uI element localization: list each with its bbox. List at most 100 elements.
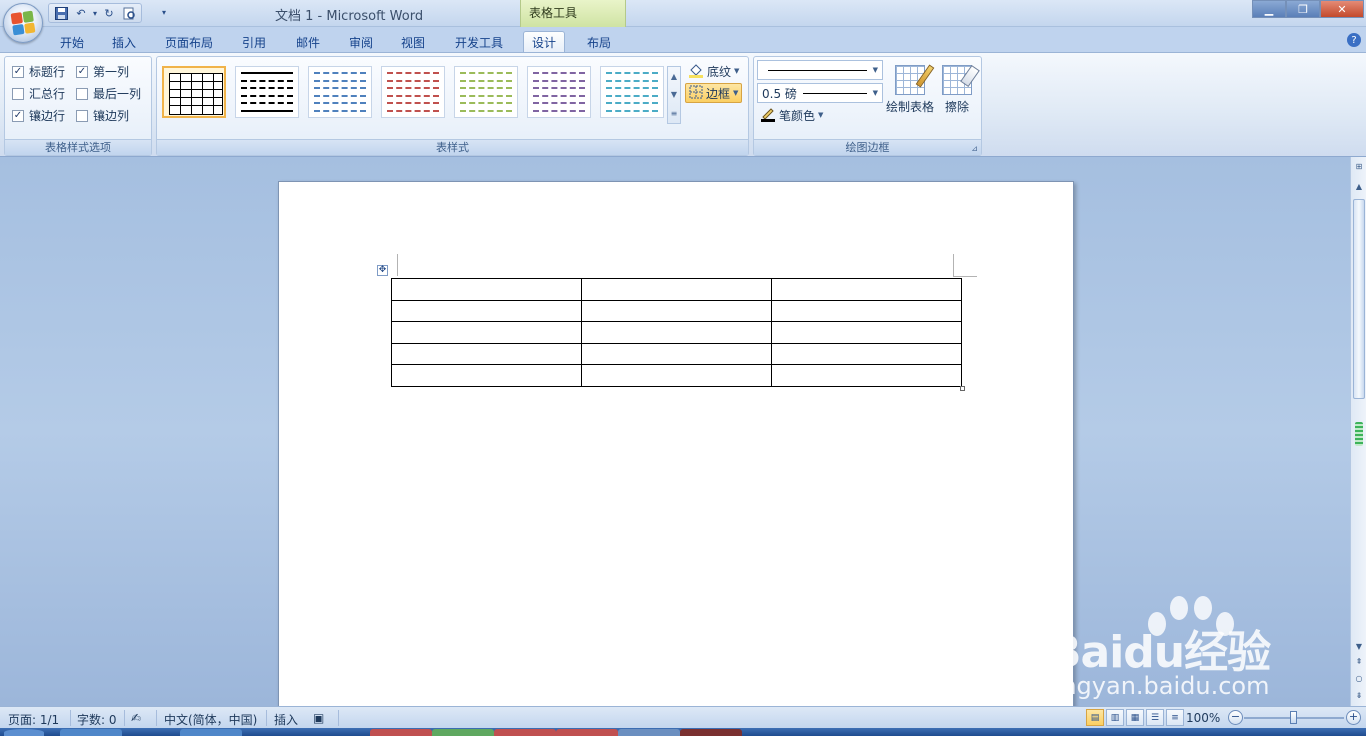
insert-mode[interactable]: 插入 (274, 711, 298, 728)
taskbar-item[interactable] (432, 729, 494, 736)
zoom-out-icon[interactable]: − (1228, 710, 1243, 725)
draw-table-button[interactable]: 绘制表格 (886, 64, 935, 115)
previous-page-icon[interactable]: ⇞ (1352, 654, 1366, 668)
close-icon[interactable]: ✕ (1320, 0, 1364, 18)
print-preview-icon[interactable] (121, 5, 137, 21)
undo-dropdown-icon[interactable]: ▾ (93, 9, 97, 18)
table-cell[interactable] (581, 278, 772, 301)
checkbox-banded-columns[interactable] (76, 109, 88, 122)
table-cell[interactable] (771, 342, 962, 365)
pen-color-button[interactable]: 笔颜色 ▼ (757, 105, 826, 125)
word-count[interactable]: 字数: 0 (77, 711, 117, 728)
taskbar-item[interactable] (680, 729, 742, 736)
table-style-grid[interactable] (162, 66, 226, 118)
customize-qat-icon[interactable]: ▾ (162, 8, 166, 17)
tab-references[interactable]: 引用 (234, 31, 274, 53)
tab-review[interactable]: 审阅 (341, 31, 381, 53)
taskbar-item[interactable] (494, 729, 556, 736)
table-cell[interactable] (391, 364, 582, 387)
borders-button[interactable]: 边框 ▼ (685, 83, 743, 103)
table-cell[interactable] (771, 278, 962, 301)
tab-insert[interactable]: 插入 (104, 31, 144, 53)
table-move-handle-icon[interactable]: ✥ (377, 265, 388, 276)
table-style-light-shading-accent-2[interactable] (381, 66, 445, 118)
scroll-down-icon[interactable]: ▼ (671, 90, 677, 99)
taskbar-item[interactable] (618, 729, 680, 736)
tab-view[interactable]: 视图 (393, 31, 433, 53)
office-button[interactable] (3, 3, 43, 43)
tab-page-layout[interactable]: 页面布局 (157, 31, 221, 53)
gallery-more-icon[interactable]: ≡ (671, 109, 678, 118)
checkbox-last-column[interactable] (76, 87, 88, 100)
ruler-toggle-icon[interactable]: ⊞ (1352, 159, 1366, 173)
checkbox-first-column[interactable]: ✓ (76, 65, 88, 78)
zoom-in-icon[interactable]: + (1346, 710, 1361, 725)
browse-object-icon[interactable]: ○ (1352, 671, 1366, 685)
tab-layout[interactable]: 布局 (579, 31, 619, 53)
option-total-row[interactable]: 汇总行 (12, 85, 65, 102)
option-header-row[interactable]: ✓ 标题行 (12, 63, 65, 80)
outline-icon[interactable]: ☰ (1146, 709, 1164, 726)
taskbar-item[interactable] (180, 729, 242, 736)
draft-icon[interactable]: ≡ (1166, 709, 1184, 726)
table-resize-handle[interactable] (960, 386, 965, 391)
checkbox-banded-rows[interactable]: ✓ (12, 109, 24, 122)
table-style-light-shading-accent-3[interactable] (454, 66, 518, 118)
dialog-launcher-icon[interactable]: ⊿ (971, 144, 978, 153)
tab-developer[interactable]: 开发工具 (447, 31, 511, 53)
vertical-scrollbar[interactable]: ⊞ ▲ ▼ ⇞ ○ ⇟ (1350, 157, 1366, 706)
option-last-column[interactable]: 最后一列 (76, 85, 141, 102)
table-style-light-shading-accent-5[interactable] (600, 66, 664, 118)
table-style-light-shading-accent-1[interactable] (308, 66, 372, 118)
shading-button[interactable]: 底纹 ▼ (685, 61, 742, 81)
table-cell[interactable] (391, 278, 582, 301)
table-cell[interactable] (391, 342, 582, 365)
option-banded-rows[interactable]: ✓ 镶边行 (12, 107, 65, 124)
checkbox-total-row[interactable] (12, 87, 24, 100)
web-layout-icon[interactable]: ▦ (1126, 709, 1144, 726)
table-cell[interactable] (581, 321, 772, 344)
print-layout-icon[interactable]: ▤ (1086, 709, 1104, 726)
next-page-icon[interactable]: ⇟ (1352, 688, 1366, 702)
style-gallery-scroll[interactable]: ▲ ▼ ≡ (667, 66, 681, 124)
page-count[interactable]: 页面: 1/1 (8, 711, 59, 728)
line-style-select[interactable]: ▼ (757, 60, 883, 80)
line-weight-select[interactable]: 0.5 磅 ▼ (757, 83, 883, 103)
redo-icon[interactable]: ↻ (101, 5, 117, 21)
language[interactable]: 中文(简体，中国) (164, 711, 257, 728)
eraser-button[interactable]: 擦除 (942, 64, 980, 115)
table-cell[interactable] (581, 364, 772, 387)
tab-home[interactable]: 开始 (52, 31, 92, 53)
table-cell[interactable] (391, 321, 582, 344)
undo-icon[interactable]: ↶ (73, 5, 89, 21)
scroll-thumb[interactable] (1353, 199, 1365, 399)
table-style-light-shading-accent-4[interactable] (527, 66, 591, 118)
table-style-light-shading[interactable] (235, 66, 299, 118)
option-first-column[interactable]: ✓ 第一列 (76, 63, 129, 80)
option-banded-columns[interactable]: 镶边列 (76, 107, 129, 124)
minimize-icon[interactable]: ▁ (1252, 0, 1286, 18)
checkbox-header-row[interactable]: ✓ (12, 65, 24, 78)
table-cell[interactable] (771, 364, 962, 387)
table-cell[interactable] (771, 299, 962, 322)
zoom-level[interactable]: 100% (1186, 711, 1220, 725)
zoom-slider-knob[interactable] (1290, 711, 1297, 724)
scroll-up-icon[interactable]: ▲ (671, 72, 677, 81)
table-cell[interactable] (581, 299, 772, 322)
document-table[interactable] (391, 278, 962, 387)
document-page[interactable]: ✥ (278, 181, 1074, 706)
start-button[interactable] (4, 729, 44, 736)
taskbar-item[interactable] (370, 729, 432, 736)
restore-icon[interactable]: ❐ (1286, 0, 1320, 18)
help-icon[interactable]: ? (1347, 33, 1361, 47)
full-screen-reading-icon[interactable]: ▥ (1106, 709, 1124, 726)
scroll-up-icon[interactable]: ▲ (1352, 179, 1366, 193)
tab-design[interactable]: 设计 (523, 31, 566, 53)
table-cell[interactable] (391, 299, 582, 322)
table-cell[interactable] (581, 342, 772, 365)
taskbar-item[interactable] (60, 729, 122, 736)
save-icon[interactable] (53, 5, 69, 21)
table-cell[interactable] (771, 321, 962, 344)
taskbar-item[interactable] (556, 729, 618, 736)
macro-record-icon[interactable]: ▣ (313, 711, 324, 725)
